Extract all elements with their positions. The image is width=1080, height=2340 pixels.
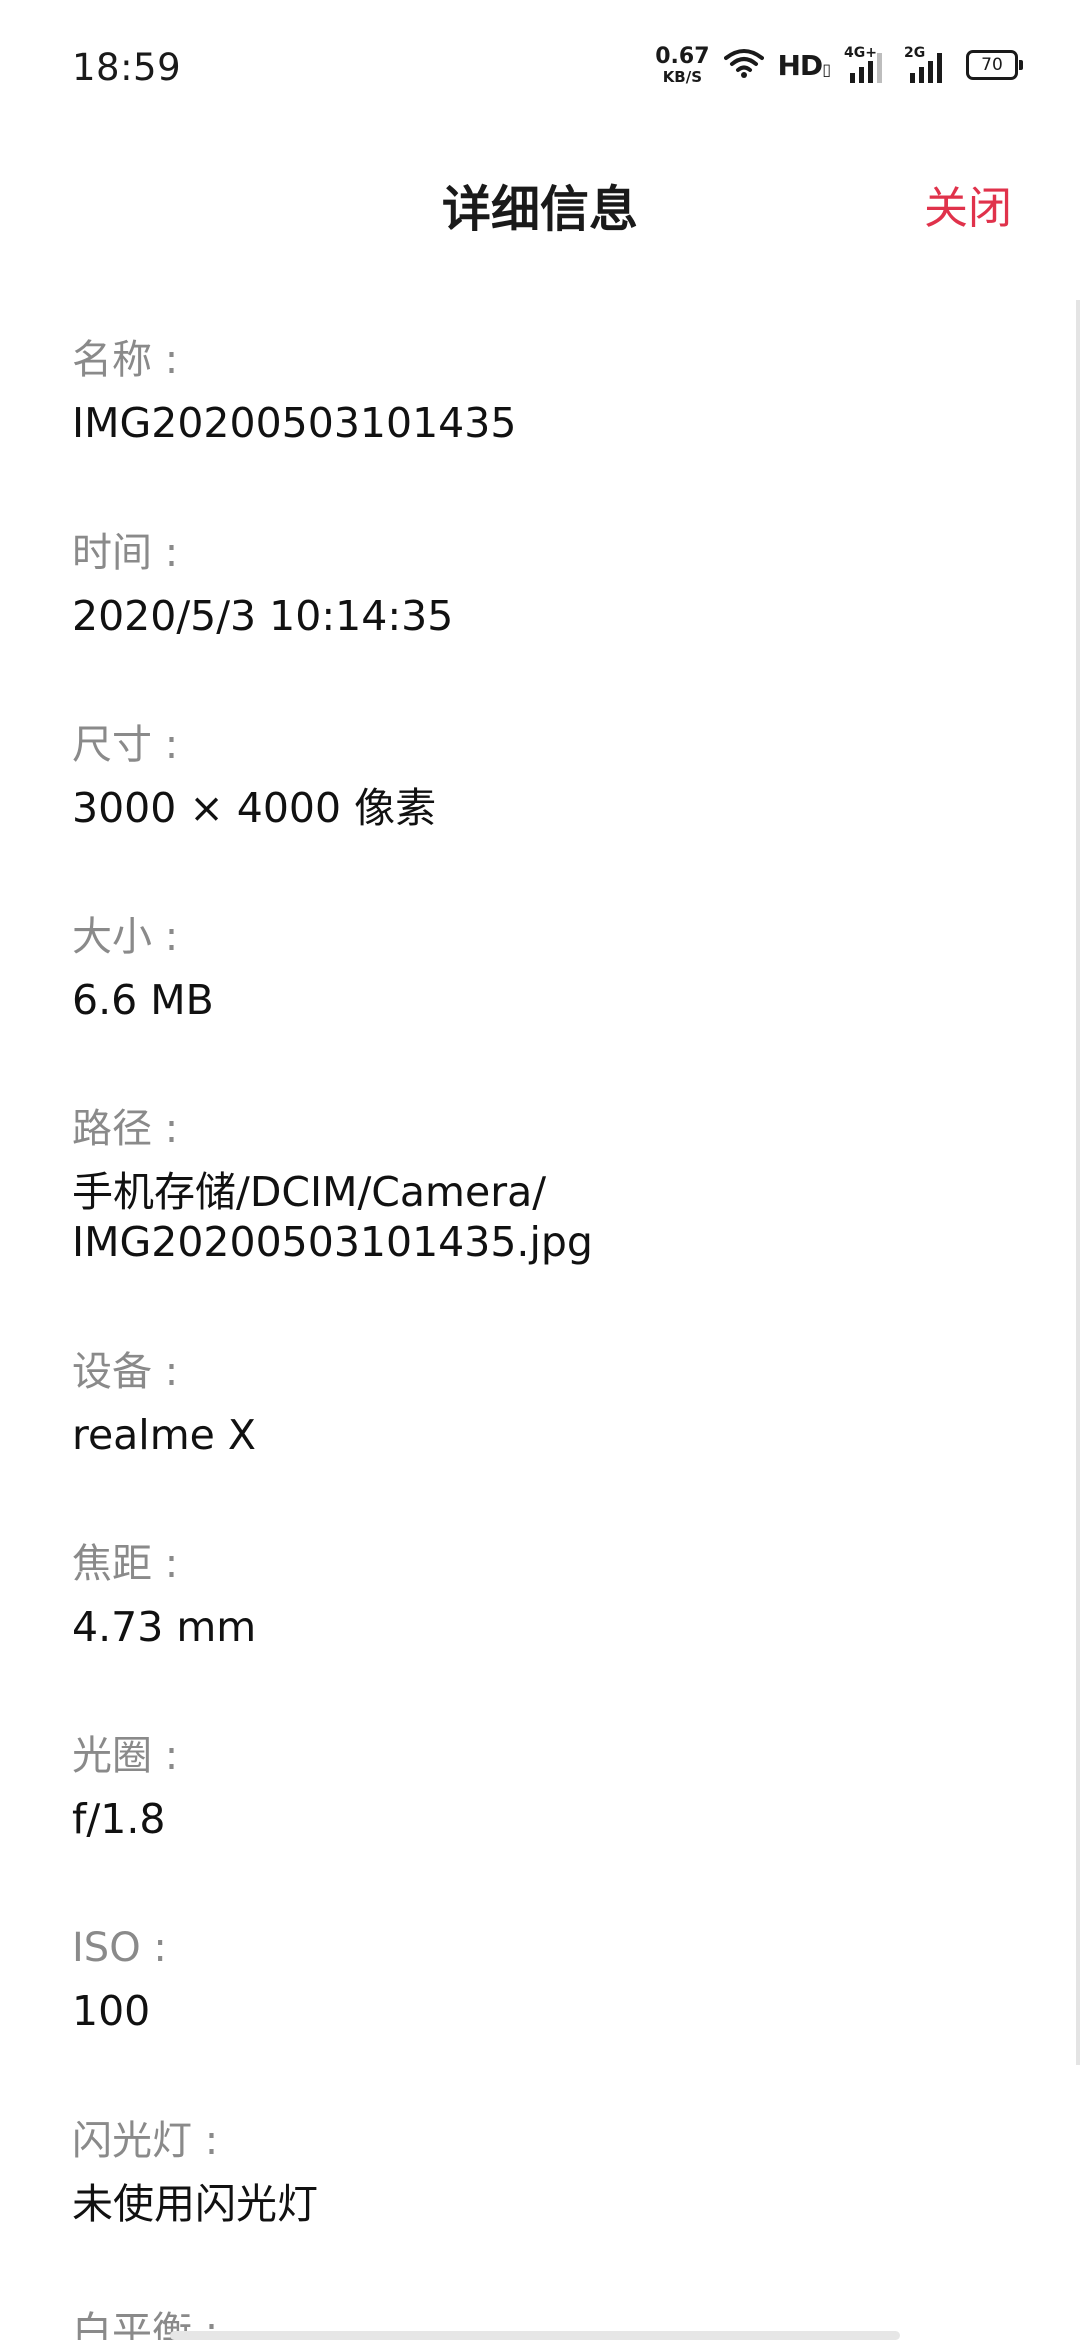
detail-item-size: 大小 : 6.6 MB <box>72 907 992 1025</box>
detail-value: 手机存储/DCIM/Camera/ IMG20200503101435.jpg <box>72 1168 593 1266</box>
detail-value: 100 <box>72 1987 151 2035</box>
detail-value: f/1.8 <box>72 1795 166 1843</box>
detail-value: 未使用闪光灯 <box>72 2180 318 2228</box>
detail-item-time: 时间 : 2020/5/3 10:14:35 <box>72 523 992 641</box>
hd-voice-label: HD▯ <box>777 48 831 82</box>
detail-label: 名称 : <box>72 337 179 383</box>
detail-item-dimensions: 尺寸 : 3000 × 4000 像素 <box>72 715 992 833</box>
detail-item-aperture: 光圈 : f/1.8 <box>72 1726 992 1844</box>
battery-icon: 70 <box>966 50 1023 80</box>
detail-value: realme X <box>72 1411 256 1459</box>
bottom-indicator <box>170 2331 900 2340</box>
detail-label: ISO : <box>72 1925 167 1971</box>
status-icons: 0.67 KB/S HD▯ 4G+ 2G 70 <box>655 42 1023 88</box>
detail-value: 3000 × 4000 像素 <box>72 784 437 832</box>
network-speed-value: 0.67 <box>655 43 710 69</box>
detail-label: 尺寸 : <box>72 722 179 768</box>
detail-label: 设备 : <box>72 1349 179 1395</box>
network-speed: 0.67 KB/S <box>655 43 710 86</box>
detail-value: 4.73 mm <box>72 1603 257 1651</box>
header: 详细信息 关闭 <box>0 150 1080 260</box>
detail-value: 2020/5/3 10:14:35 <box>72 592 454 640</box>
detail-label: 闪光灯 : <box>72 2118 219 2164</box>
status-bar: 18:59 0.67 KB/S HD▯ 4G+ 2G 70 <box>0 0 1080 130</box>
details-list[interactable]: 名称 : IMG20200503101435 时间 : 2020/5/3 10:… <box>0 300 1080 2340</box>
details-screen: 18:59 0.67 KB/S HD▯ 4G+ 2G 70 详细信息 关闭 名称… <box>0 0 1080 2340</box>
detail-label: 路径 : <box>72 1106 179 1152</box>
close-button[interactable]: 关闭 <box>924 172 1012 236</box>
signal-4g-icon: 4G+ <box>844 45 890 85</box>
detail-value: IMG20200503101435 <box>72 399 517 447</box>
detail-item-name: 名称 : IMG20200503101435 <box>72 330 992 448</box>
page-title: 详细信息 <box>441 181 638 238</box>
network-speed-unit: KB/S <box>662 67 703 86</box>
battery-level: 70 <box>981 55 1003 75</box>
detail-item-iso: ISO : 100 <box>72 1918 992 2036</box>
signal-2g-icon: 2G <box>904 45 952 85</box>
detail-item-device: 设备 : realme X <box>72 1342 992 1460</box>
status-time: 18:59 <box>72 46 182 89</box>
detail-label: 光圈 : <box>72 1733 179 1779</box>
detail-item-focal-length: 焦距 : 4.73 mm <box>72 1534 992 1652</box>
detail-item-path: 路径 : 手机存储/DCIM/Camera/ IMG20200503101435… <box>72 1099 992 1267</box>
detail-label: 大小 : <box>72 914 179 960</box>
detail-label: 焦距 : <box>72 1541 179 1587</box>
scrollbar[interactable] <box>1076 300 1080 2065</box>
detail-label: 时间 : <box>72 530 179 576</box>
detail-item-flash: 闪光灯 : 未使用闪光灯 <box>72 2111 992 2229</box>
detail-value: 6.6 MB <box>72 976 214 1024</box>
wifi-icon <box>723 47 764 83</box>
